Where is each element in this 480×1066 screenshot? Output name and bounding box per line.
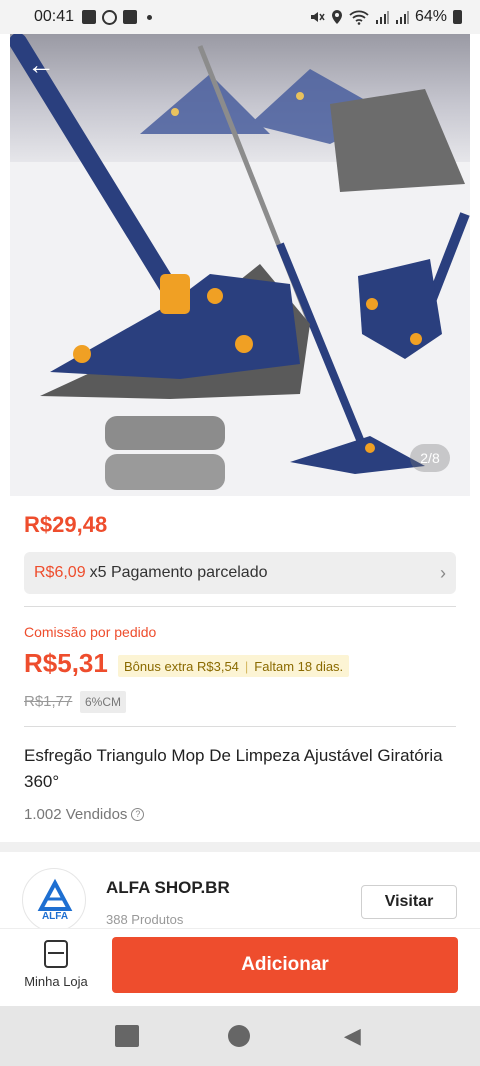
battery-percentage: 64% [414,8,447,25]
chevron-right-icon: › [440,562,446,583]
image-counter: 2/8 [410,444,450,472]
commission-value: R$5,31 [24,648,108,678]
shop-logo[interactable]: ALFA [22,868,86,932]
bonus-badge: Bônus extra R$3,54 | Faltam 18 dias. [118,655,350,677]
recents-icon[interactable] [114,1025,139,1047]
mop-head-small [290,436,425,474]
spare-cloth [105,416,225,450]
status-bar: 00:41 64% [0,0,480,34]
help-icon[interactable]: ? [131,808,145,821]
store-icon [123,10,138,24]
signal-icon [375,11,389,24]
notification-dot-icon [147,14,153,20]
old-commission-value: R$1,77 [24,693,73,710]
signal-icon [395,11,409,24]
divider [24,606,456,607]
b-icon [102,9,118,25]
wifi-icon [349,10,369,25]
store-icon [44,940,68,968]
product-image [10,34,470,490]
add-button[interactable]: Adicionar [112,937,458,993]
installment-row[interactable]: R$6,09 x5 Pagamento parcelado › [24,552,456,594]
mute-icon [310,12,325,22]
sold-count: 1.002 Vendidos [24,806,128,823]
section-separator [0,842,480,852]
divider [24,726,456,727]
product-price: R$29,48 [24,512,108,537]
commission-label: Comissão por pedido [24,624,157,640]
my-store-label: Minha Loja [24,974,88,989]
bonus-text: Bônus extra R$3,54 [124,658,239,674]
product-image-carousel[interactable]: ← 2/8 [10,34,470,496]
sold-count-row: 1.002 Vendidos ? [24,806,145,823]
shop-name[interactable]: ALFA SHOP.BR [106,878,230,898]
shop-logo-image: ALFA [37,878,73,922]
gallery-icon [82,10,97,24]
back-icon[interactable]: ◀ [339,1025,365,1047]
home-icon[interactable] [227,1025,250,1047]
system-nav-bar: ◀ [0,1006,480,1066]
days-left: Faltam 18 dias. [254,658,344,674]
mop-handle-right [425,212,470,306]
installment-text: x5 Pagamento parcelado [89,564,268,581]
svg-text:ALFA: ALFA [42,911,68,922]
commission-rate-tag: 6%CM [80,691,127,713]
mop-joint [160,274,190,314]
location-icon [331,10,342,24]
shop-product-count: 388 Produtos [106,912,184,927]
battery-icon [453,10,462,24]
visit-shop-button[interactable]: Visitar [361,885,457,919]
product-title: Esfregão Triangulo Mop De Limpeza Ajustá… [24,746,443,791]
my-store-button[interactable]: Minha Loja [16,936,96,996]
status-time: 00:41 [34,8,75,25]
back-arrow-icon[interactable]: ← [24,48,58,82]
spare-cloth [105,454,225,490]
installment-amount: R$6,09 [34,564,86,581]
microfiber-pad [330,89,465,192]
